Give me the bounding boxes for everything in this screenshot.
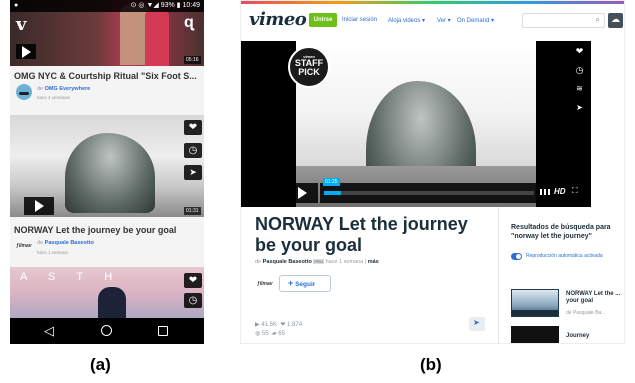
progress-bar[interactable] (324, 191, 534, 195)
caption-a: (a) (90, 355, 111, 374)
video2-ago: hace 1 semana (37, 250, 68, 255)
plays-count: 41,5K (261, 322, 277, 328)
comments-icon: ▰ (271, 331, 277, 337)
stats-row-2: ◍ 55 ▰ 65 (255, 330, 285, 337)
person-figure-red (145, 10, 169, 66)
search-icon[interactable]: ⌕ (596, 15, 600, 25)
mustache-icon (19, 92, 29, 95)
back-icon[interactable]: ◁ (44, 323, 54, 339)
play-button[interactable] (16, 44, 36, 59)
duration-label: 01:31 (184, 207, 201, 215)
player-controls: 01:25 HD ⛶ (320, 178, 586, 203)
search-icon[interactable]: ɋ (184, 14, 194, 32)
like-heart-icon[interactable]: ❤ (184, 273, 202, 288)
status-bar: ● ⊙ ◎ ▼◢ 93% ▮ 10:49 (10, 0, 204, 12)
divider (498, 207, 499, 343)
plays-icon: ▶ (255, 322, 260, 328)
like-heart-icon[interactable]: ❤ (571, 44, 588, 58)
staff-pick-badge: vimeo STAFF PICK (288, 46, 330, 88)
more-link[interactable]: más (368, 259, 379, 265)
join-button[interactable]: Unirse (309, 13, 337, 27)
stats-row-1: ▶ 41,5K ❤ 1.874 (255, 321, 302, 328)
pro-badge: PRO (313, 259, 325, 264)
avatar[interactable] (16, 84, 32, 100)
watch-later-clock-icon[interactable]: ◷ (571, 63, 588, 77)
plus-icon: + (288, 278, 294, 288)
result-thumbnail[interactable] (511, 326, 559, 343)
overlay-text: A S T H (20, 271, 114, 283)
follow-button[interactable]: + Seguir (279, 275, 331, 292)
norway-video-thumbnail[interactable]: 01:31 ❤ ◷ ➤ (10, 115, 204, 217)
video2-title[interactable]: NORWAY Let the journey be your goal (14, 225, 202, 235)
android-screenshot: 05:16 ● ⊙ ◎ ▼◢ 93% ▮ 10:49 v ɋ OMG NYC &… (10, 0, 204, 344)
share-button[interactable]: ➤ (469, 317, 485, 331)
circle-icon: ● (14, 2, 19, 9)
upload-button[interactable]: ☁ (608, 13, 623, 28)
play-icon (298, 187, 307, 199)
channel-logo[interactable]: ƒilmav (16, 243, 32, 249)
autoplay-toggle[interactable] (511, 253, 522, 260)
fullscreen-icon[interactable]: ⛶ (572, 186, 578, 196)
result2-title[interactable]: Journey (566, 333, 589, 340)
author-link[interactable]: Pasquale Baseotto (263, 259, 312, 265)
rainbow-stripe (241, 1, 624, 4)
play-button[interactable] (288, 183, 318, 203)
likes-count: 1.874 (287, 322, 303, 328)
battery-time: 93% ▮ 10:49 (160, 2, 200, 9)
hd-toggle[interactable]: HD (554, 187, 566, 196)
watch-later-clock-icon[interactable]: ◷ (184, 293, 202, 308)
thumbnail-ground (512, 310, 558, 316)
vimeo-v-logo[interactable]: v (16, 14, 26, 35)
duration-label: 05:16 (184, 56, 201, 64)
watch-later-clock-icon[interactable]: ◷ (184, 143, 202, 158)
video-meta: de Pasquale Baseotto PRO hace 1 semana |… (255, 259, 379, 265)
video1-title[interactable]: OMG NYC & Courtship Ritual "Six Foot S..… (14, 71, 202, 81)
share-paper-plane-icon[interactable]: ➤ (571, 101, 588, 115)
android-nav-bar: ◁ (10, 318, 204, 344)
video1-ago: hace 4 semanas (37, 95, 71, 100)
autoplay-label: Reproducción automática activada (526, 253, 603, 259)
silhouette-image (65, 133, 155, 213)
video-player[interactable]: vimeo STAFF PICK ❤ ◷ ≋ ➤ 01:25 HD ⛶ (241, 41, 591, 207)
result1-byline: de Pasquale Ba... (566, 310, 606, 316)
status-right: ⊙ ◎ ▼◢ 93% ▮ 10:49 (131, 0, 200, 12)
likes-heart-icon: ❤ (280, 322, 286, 328)
share-paper-plane-icon[interactable]: ➤ (184, 165, 202, 180)
vimeo-logo[interactable]: vimeo (249, 9, 307, 30)
play-icon (22, 45, 31, 58)
play-button[interactable] (24, 197, 54, 215)
signal-icons: ⊙ ◎ ▼◢ (130, 2, 159, 9)
cloud-upload-icon: ☁ (611, 14, 620, 24)
video2-byline: de Pasquale Baseotto (37, 240, 94, 246)
search-input[interactable]: ⌕ (522, 13, 605, 28)
recents-icon[interactable] (158, 326, 168, 336)
nav-watch[interactable]: Ver ▾ (437, 17, 451, 24)
channel-logo[interactable]: ƒilmav (257, 281, 273, 287)
nav-on-demand[interactable]: On Demand ▾ (457, 17, 494, 24)
collections-stack-icon[interactable]: ≋ (571, 82, 588, 96)
nav-login[interactable]: Iniciar sesión (342, 17, 377, 23)
like-heart-icon[interactable]: ❤ (184, 120, 202, 135)
collections-icon: ◍ (255, 331, 261, 337)
video-title: NORWAY Let the journey be your goal (255, 214, 468, 255)
video1-author[interactable]: OMG Everywhere (45, 86, 91, 92)
video1-byline: de OMG Everywhere (37, 86, 91, 92)
volume-bars-icon[interactable] (540, 189, 550, 195)
home-icon[interactable] (101, 325, 112, 336)
toggle-knob (516, 254, 521, 259)
paper-plane-icon: ➤ (473, 318, 480, 327)
result1-title[interactable]: NORWAY Let the ... your goal (566, 291, 624, 305)
nav-host-videos[interactable]: Aloja videos ▾ (388, 17, 425, 24)
desktop-screenshot: vimeo Unirse Iniciar sesión Aloja videos… (240, 0, 625, 344)
video2-author[interactable]: Pasquale Baseotto (45, 240, 94, 246)
caption-b: (b) (420, 355, 442, 374)
collections-count: 55 (261, 331, 269, 337)
search-results-title: Resultados de búsqueda para "norway let … (511, 224, 611, 240)
current-time: 01:25 (323, 178, 340, 186)
progress-fill (324, 191, 341, 195)
play-icon (35, 200, 44, 212)
upload-ago: hace 1 semana (325, 259, 364, 265)
result-thumbnail[interactable] (511, 289, 559, 317)
comments-count: 65 (278, 331, 285, 337)
